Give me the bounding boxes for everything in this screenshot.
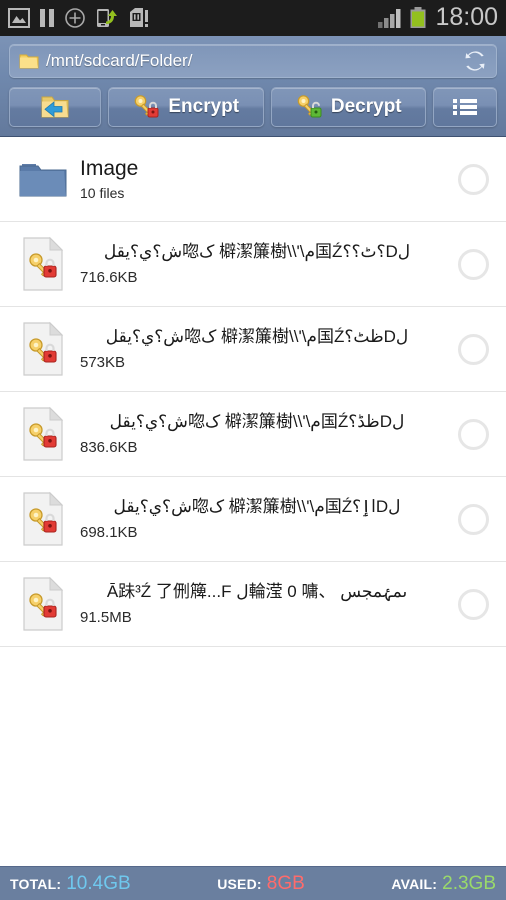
list-item-subtitle: 573KB (80, 353, 126, 371)
current-path-text: /mnt/sdcard/Folder/ (46, 51, 193, 70)
list-item[interactable]: لDاٳ؟国Źم\'\\檘潔簾樹 ک唿ش؟ي؟يقل 698.1KB (0, 477, 506, 562)
storage-avail-label: AVAIL: (391, 875, 438, 892)
list-item-checkbox[interactable] (440, 588, 506, 620)
storage-used: USED: 8GB (131, 873, 392, 895)
unchecked-circle-icon (457, 418, 489, 450)
list-item-title: لDظٹ؟国Źم\'\\檘潔簾樹 ک唿ش؟ي؟يقل (105, 327, 409, 347)
list-item-text: Image 10 files (72, 157, 440, 201)
list-item-icon (14, 576, 72, 632)
refresh-icon (465, 51, 485, 71)
list-item-checkbox[interactable] (440, 503, 506, 535)
list-item-subtitle: 716.6KB (80, 268, 138, 286)
sd-card-warning-icon (130, 8, 148, 27)
unchecked-circle-icon (457, 503, 489, 535)
list-item-icon (14, 158, 72, 200)
unchecked-circle-icon (457, 588, 489, 620)
list-item-checkbox[interactable] (440, 163, 506, 195)
path-bar[interactable]: /mnt/sdcard/Folder/ (9, 44, 497, 78)
list-item[interactable]: لDظڈ؟国Źم\'\\檘潔簾樹 ک唿ش؟ي؟يقل 836.6KB (0, 392, 506, 477)
list-item-icon (14, 321, 72, 377)
list-item-checkbox[interactable] (440, 248, 506, 280)
list-item-text: ىمۂمجس 、輪滢 0 嘃ل Ā跊³Ź 了侀簰...F 91.5MB (72, 582, 440, 625)
storage-total-label: TOTAL: (10, 875, 62, 892)
unchecked-circle-icon (457, 248, 489, 280)
list-item[interactable]: لDظٹ؟国Źم\'\\檘潔簾樹 ک唿ش؟ي؟يقل 573KB (0, 307, 506, 392)
encrypted-file-icon (23, 576, 64, 631)
list-item-icon (14, 236, 72, 292)
storage-used-value: 8GB (266, 872, 305, 894)
storage-avail: AVAIL: 2.3GB (391, 873, 496, 895)
list-item-text: لD؟ٹ؟؟国Źم\'\\檘潔簾樹 ک唿ش؟ي؟يقل 716.6KB (72, 242, 440, 285)
main-toolbar: Encrypt Decrypt (9, 87, 497, 127)
decrypt-button[interactable]: Decrypt (270, 87, 426, 127)
list-item-subtitle: 698.1KB (80, 523, 138, 541)
list-item-text: لDظٹ؟国Źم\'\\檘潔簾樹 ک唿ش؟ي؟يقل 573KB (72, 327, 440, 370)
folder-icon (19, 54, 39, 69)
signal-bars-icon (378, 9, 401, 28)
list-item-text: لDاٳ؟国Źم\'\\檘潔簾樹 ک唿ش؟ي؟يقل 698.1KB (72, 497, 440, 540)
list-item-title: لDظڈ؟国Źم\'\\檘潔簾樹 ک唿ش؟ي؟يقل (109, 412, 405, 432)
status-bar-clock: 18:00 (435, 2, 498, 31)
list-menu-button[interactable] (433, 87, 497, 127)
folder-back-icon (41, 96, 69, 118)
pause-icon (40, 9, 54, 27)
list-item-checkbox[interactable] (440, 418, 506, 450)
list-item[interactable]: لD؟ٹ؟؟国Źم\'\\檘潔簾樹 ک唿ش؟ي؟يقل 716.6KB (0, 222, 506, 307)
unchecked-circle-icon (457, 163, 489, 195)
storage-avail-value: 2.3GB (442, 872, 496, 894)
status-bar-system-icons: 18:00 (377, 2, 498, 32)
list-item-title: لDاٳ؟国Źم\'\\檘潔簾樹 ک唿ش؟ي؟يقل (113, 497, 401, 517)
gallery-image-icon (8, 8, 30, 28)
list-item[interactable]: ىمۂمجس 、輪滢 0 嘃ل Ā跊³Ź 了侀簰...F 91.5MB (0, 562, 506, 647)
folder-icon (19, 164, 67, 197)
encrypted-file-icon (23, 321, 64, 376)
plus-circle-icon (65, 8, 85, 28)
list-item-subtitle: 91.5MB (80, 608, 132, 626)
app-root: 18:00 /mnt/sdcard/Folder/ Encrypt Decryp… (0, 0, 506, 900)
storage-status-bar: TOTAL: 10.4GB USED: 8GB AVAIL: 2.3GB (0, 866, 506, 900)
list-item[interactable]: Image 10 files (0, 137, 506, 222)
list-item-title: ىمۂمجس 、輪滢 0 嘃ل Ā跊³Ź 了侀簰...F (106, 582, 408, 602)
list-item-text: لDظڈ؟国Źم\'\\檘潔簾樹 ک唿ش؟ي؟يقل 836.6KB (72, 412, 440, 455)
encrypt-button[interactable]: Encrypt (108, 87, 264, 127)
list-item-icon (14, 491, 72, 547)
encrypted-file-icon (23, 491, 64, 546)
android-status-bar: 18:00 (0, 0, 506, 36)
storage-total: TOTAL: 10.4GB (10, 873, 131, 895)
file-list: Image 10 files لD؟ٹ؟؟国Źم\'\\檘潔簾樹 ک唿ش؟ي؟ي… (0, 137, 506, 866)
list-item-title: لD؟ٹ؟؟国Źم\'\\檘潔簾樹 ک唿ش؟ي؟يقل (103, 242, 411, 262)
list-item-icon (14, 406, 72, 462)
encrypted-file-icon (23, 236, 64, 291)
storage-total-value: 10.4GB (66, 872, 131, 894)
encrypt-button-label: Encrypt (168, 96, 240, 117)
encrypted-file-icon (23, 406, 64, 461)
decrypt-button-label: Decrypt (330, 96, 402, 117)
battery-icon (410, 7, 426, 28)
usb-transfer-icon (97, 9, 117, 27)
status-bar-notification-icons (8, 7, 377, 29)
refresh-button[interactable] (464, 50, 486, 72)
list-menu-icon (453, 99, 477, 115)
unchecked-circle-icon (457, 333, 489, 365)
key-lock-red-icon (135, 95, 159, 118)
key-lock-green-icon (297, 95, 322, 118)
navigate-up-button[interactable] (9, 87, 101, 127)
list-item-subtitle: 836.6KB (80, 438, 138, 456)
storage-used-label: USED: (217, 875, 262, 892)
app-header: /mnt/sdcard/Folder/ Encrypt Decrypt (0, 36, 506, 137)
list-item-subtitle: 10 files (80, 185, 125, 202)
list-item-title: Image (80, 156, 139, 180)
list-item-checkbox[interactable] (440, 333, 506, 365)
